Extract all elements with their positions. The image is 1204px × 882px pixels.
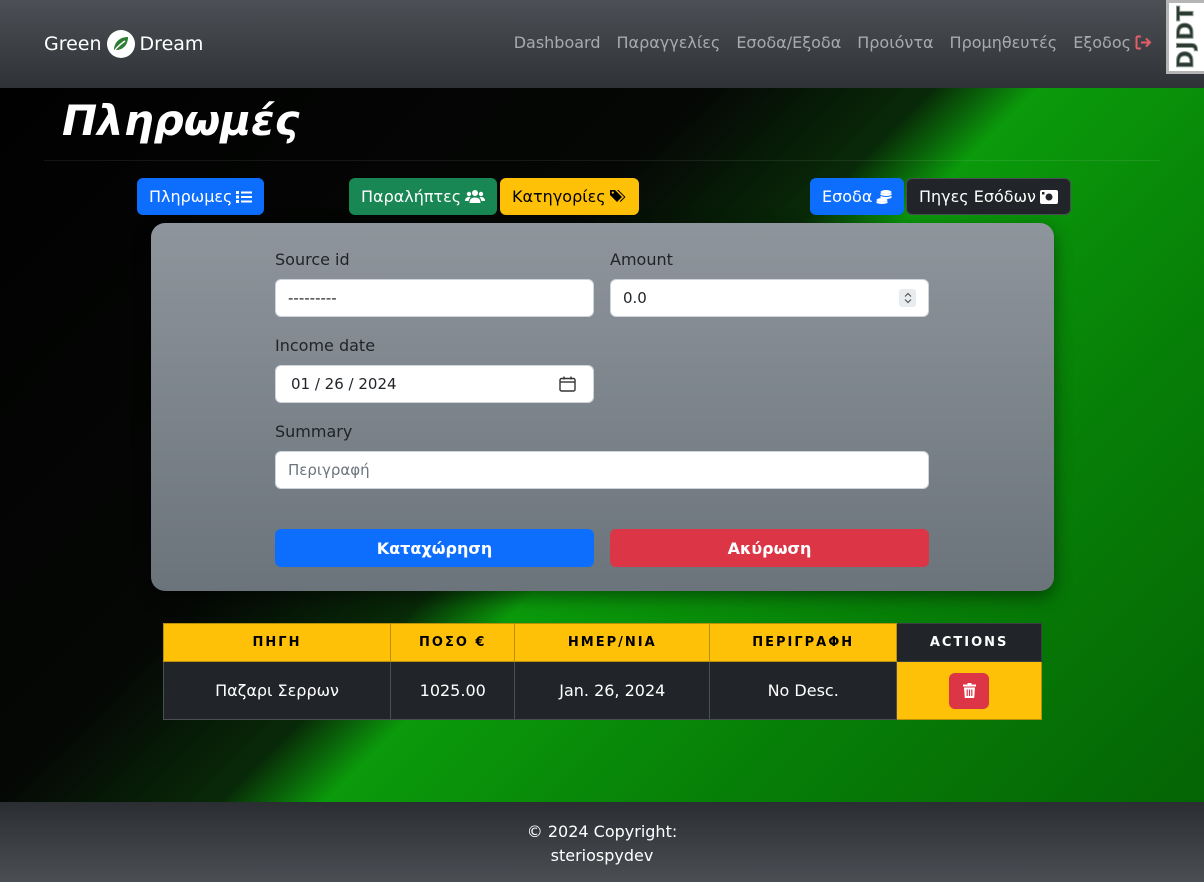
cell-source: Παζαρι Σερρων xyxy=(162,661,392,720)
brand-logo[interactable]: Green Dream xyxy=(44,30,203,58)
nav-link-logout[interactable]: Εξοδος xyxy=(1073,33,1152,52)
source-id-value: --------- xyxy=(288,289,337,307)
summary-label: Summary xyxy=(275,422,353,441)
page-footer: © 2024 Copyright: steriospydev xyxy=(0,802,1204,882)
income-date-label: Income date xyxy=(275,336,376,355)
nav-link-suppliers[interactable]: Προμηθευτές xyxy=(950,33,1058,52)
logout-label: Εξοδος xyxy=(1073,33,1131,52)
table-row: Παζαρι Σερρων 1025.00 Jan. 26, 2024 No D… xyxy=(162,661,1042,720)
list-icon xyxy=(236,190,253,203)
delete-button[interactable] xyxy=(949,672,990,709)
sign-out-icon xyxy=(1135,35,1152,50)
calendar-icon[interactable] xyxy=(559,376,576,396)
column-header-amount: ΠΟΣΟ € xyxy=(390,623,516,662)
trash-icon xyxy=(962,683,976,698)
cancel-button[interactable]: Ακύρωση xyxy=(610,529,929,567)
payments-button[interactable]: Πληρωμες xyxy=(137,178,265,215)
source-id-select[interactable]: --------- xyxy=(275,279,594,317)
chevron-up-down-icon xyxy=(904,292,911,304)
debug-toolbar-label: DJDT xyxy=(1174,5,1200,70)
income-sources-button[interactable]: Πηγες Εσόδων xyxy=(906,178,1071,215)
users-icon xyxy=(465,190,486,203)
copyright-text: © 2024 Copyright: xyxy=(526,822,678,841)
table-header-row: ΠΗΓΗ ΠΟΣΟ € ΗΜΕΡ/ΝΙΑ ΠΕΡΙΓΡΑΦΗ ACTIONS xyxy=(162,623,1042,662)
categories-button[interactable]: Κατηγορίες xyxy=(500,178,639,215)
nav-link-dashboard[interactable]: Dashboard xyxy=(514,33,601,52)
tags-icon xyxy=(609,190,626,202)
amount-stepper[interactable] xyxy=(899,289,916,307)
payees-button[interactable]: Παραλήπτες xyxy=(349,178,498,215)
leaf-icon xyxy=(106,30,135,58)
column-header-source: ΠΗΓΗ xyxy=(162,623,392,662)
nav-link-products[interactable]: Προιόντα xyxy=(857,33,933,52)
column-header-description: ΠΕΡΙΓΡΑΦΗ xyxy=(709,623,898,662)
income-form-card: Source id --------- Amount 0.0 Income da… xyxy=(151,223,1054,591)
submit-button[interactable]: Καταχώρηση xyxy=(275,529,594,567)
column-header-actions: ACTIONS xyxy=(896,623,1042,662)
column-header-date: ΗΜΕΡ/ΝΙΑ xyxy=(514,623,711,662)
title-divider xyxy=(44,160,1160,161)
income-label: Εσοδα xyxy=(822,187,873,206)
debug-toolbar-handle[interactable]: DJDT xyxy=(1166,0,1204,74)
nav-links: Dashboard Παραγγελίες Εσοδα/Εξοδα Προιόν… xyxy=(514,33,1152,52)
page-title: Πληρωμές xyxy=(62,96,300,145)
nav-link-income-expenses[interactable]: Εσοδα/Εξοδα xyxy=(736,33,841,52)
income-button[interactable]: Εσοδα xyxy=(810,178,905,215)
cell-actions xyxy=(896,661,1042,720)
cell-date: Jan. 26, 2024 xyxy=(514,661,711,720)
income-sources-label: Πηγες Εσόδων xyxy=(919,187,1036,206)
brand-text-dream: Dream xyxy=(139,33,204,55)
payees-label: Παραλήπτες xyxy=(361,187,462,206)
summary-input[interactable]: Περιγραφή xyxy=(275,451,929,489)
coins-icon xyxy=(876,189,892,204)
brand-text-green: Green xyxy=(44,33,102,55)
income-table: ΠΗΓΗ ΠΟΣΟ € ΗΜΕΡ/ΝΙΑ ΠΕΡΙΓΡΑΦΗ ACTIONS Π… xyxy=(162,623,1042,720)
cell-amount: 1025.00 xyxy=(390,661,516,720)
categories-label: Κατηγορίες xyxy=(512,187,606,206)
copyright-author-link[interactable]: steriospydev xyxy=(0,844,1204,868)
amount-input[interactable]: 0.0 xyxy=(610,279,929,317)
income-date-value: 01 / 26 / 2024 xyxy=(291,375,397,393)
nav-link-orders[interactable]: Παραγγελίες xyxy=(617,33,721,52)
income-date-input[interactable]: 01 / 26 / 2024 xyxy=(275,365,594,403)
source-id-label: Source id xyxy=(275,250,350,269)
payments-label: Πληρωμες xyxy=(149,187,233,206)
money-bill-icon xyxy=(1039,189,1058,204)
cell-description: No Desc. xyxy=(709,661,898,720)
amount-value: 0.0 xyxy=(623,289,647,307)
summary-placeholder: Περιγραφή xyxy=(288,461,370,479)
top-navbar: Green Dream Dashboard Παραγγελίες Εσοδα/… xyxy=(0,0,1204,88)
amount-label: Amount xyxy=(610,250,673,269)
